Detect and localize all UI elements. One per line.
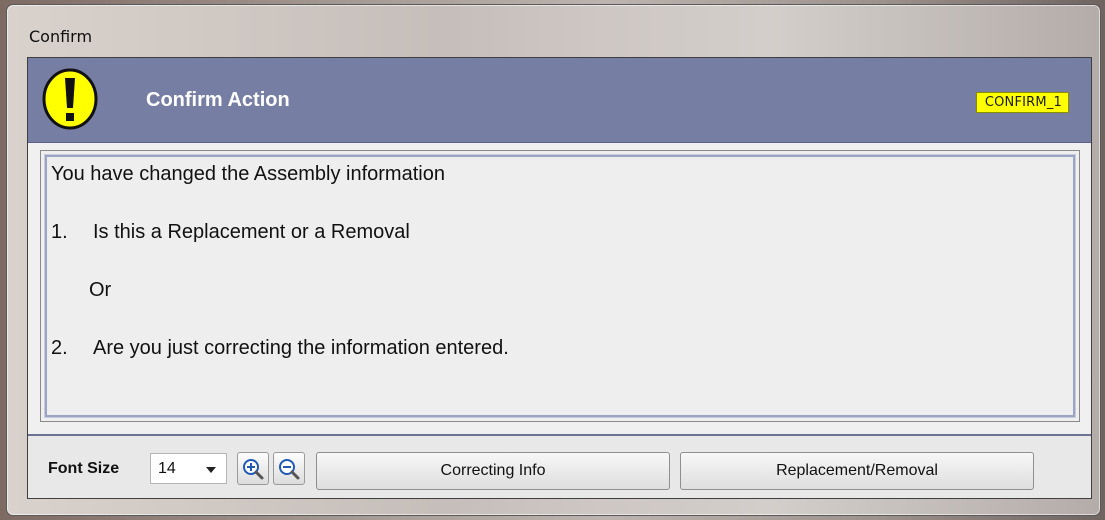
footer-bar: Font Size 14 Correcting Info Replacement…	[28, 436, 1091, 498]
message-box: You have changed the Assembly informatio…	[44, 154, 1076, 418]
message-line-or: Or	[89, 279, 111, 302]
zoom-out-button[interactable]	[273, 452, 305, 485]
message-line-intro: You have changed the Assembly informatio…	[51, 163, 445, 186]
dialog-window: Confirm Confirm Action CONFIRM_1 You hav…	[6, 4, 1101, 516]
message-text: Or	[89, 279, 112, 301]
font-size-select[interactable]: 14	[150, 453, 227, 484]
message-text: You have changed the Assembly informatio…	[51, 163, 445, 185]
warning-icon	[42, 68, 98, 130]
zoom-in-icon	[243, 458, 264, 479]
zoom-in-button[interactable]	[237, 452, 269, 485]
dialog-code-badge: CONFIRM_1	[975, 92, 1069, 113]
zoom-out-icon	[279, 458, 300, 479]
message-text: Are you just correcting the information …	[93, 337, 509, 359]
replacement-removal-button[interactable]: Replacement/Removal	[680, 452, 1034, 490]
message-line-question-1: 1. Is this a Replacement or a Removal	[51, 221, 410, 244]
message-number: 1.	[51, 221, 68, 243]
message-panel: You have changed the Assembly informatio…	[40, 150, 1080, 422]
message-line-question-2: 2. Are you just correcting the informatio…	[51, 337, 509, 360]
header-bar: Confirm Action CONFIRM_1	[28, 58, 1091, 143]
header-title: Confirm Action	[146, 89, 290, 111]
font-size-label: Font Size	[48, 460, 120, 477]
dialog-client: Confirm Action CONFIRM_1 You have change…	[27, 57, 1092, 499]
message-text: Is this a Replacement or a Removal	[93, 221, 410, 243]
chevron-down-icon	[206, 467, 216, 473]
font-size-value: 14	[158, 459, 176, 477]
window-title: Confirm	[29, 27, 93, 46]
message-number: 2.	[51, 337, 68, 359]
correcting-info-button[interactable]: Correcting Info	[316, 452, 670, 490]
